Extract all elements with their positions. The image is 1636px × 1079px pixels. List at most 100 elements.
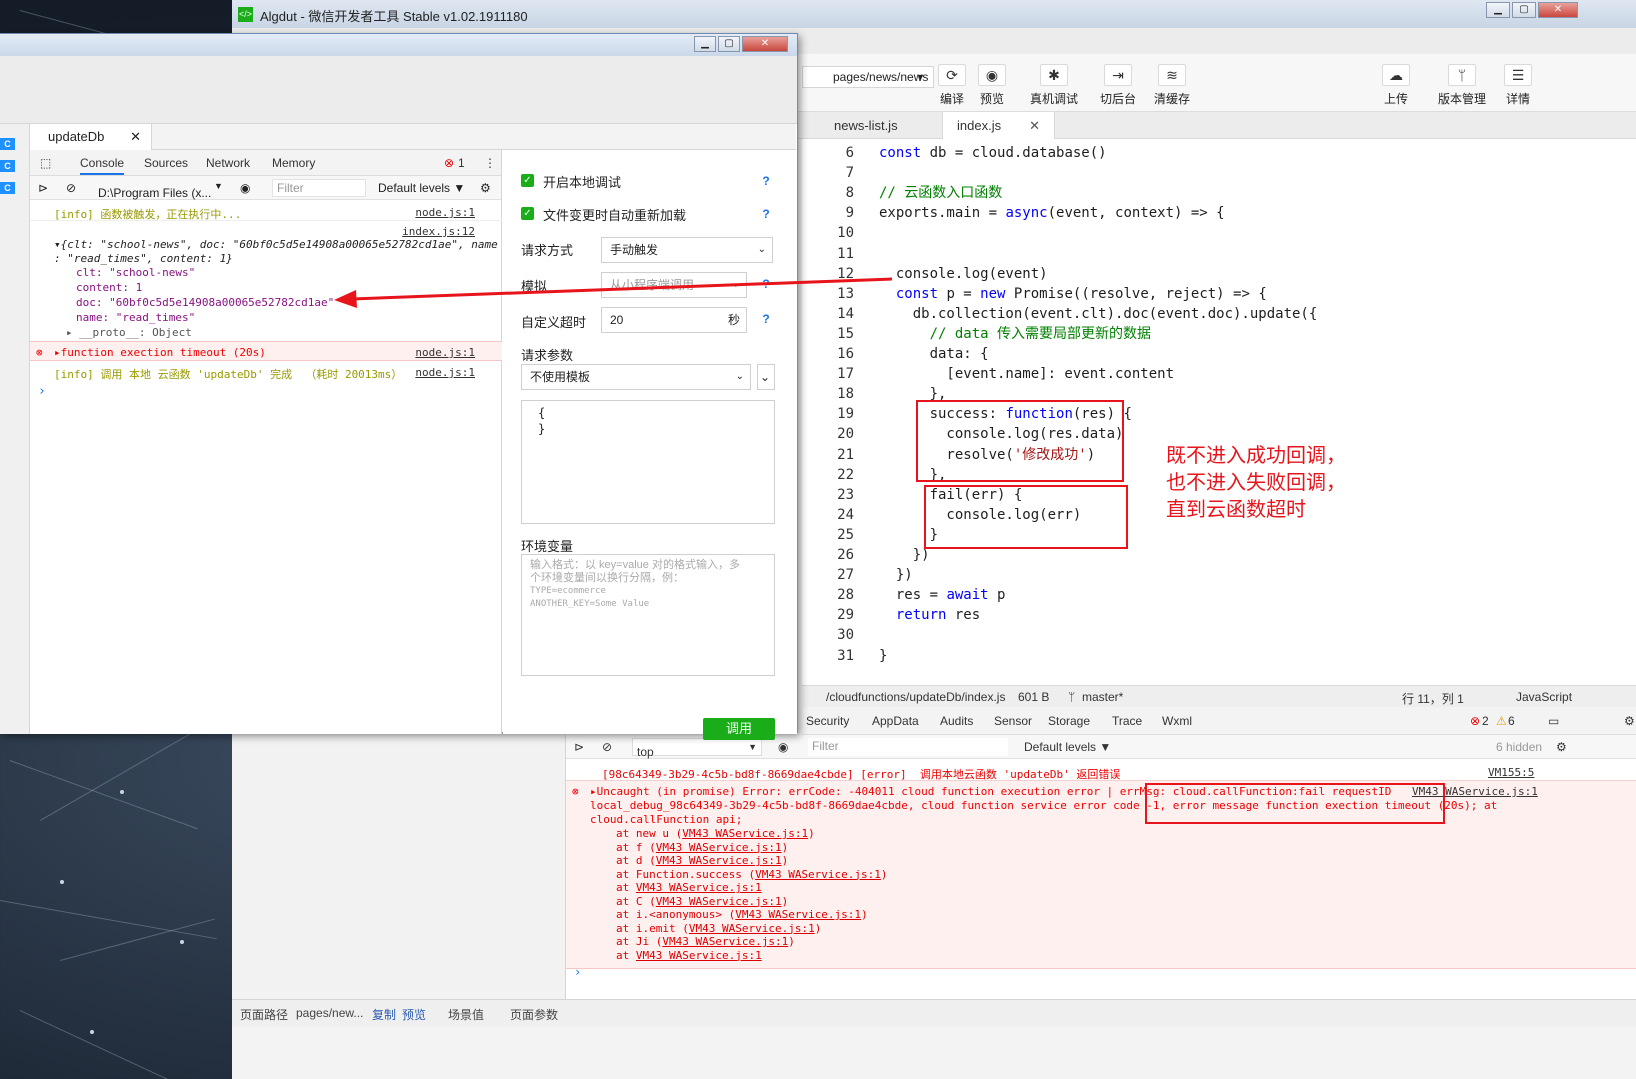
error-count[interactable]: 1 — [458, 156, 465, 170]
tab-sources[interactable]: Sources — [144, 156, 188, 170]
tab-updatedb[interactable]: updateDb ✕ — [30, 124, 152, 150]
help-icon[interactable]: ? — [759, 174, 773, 188]
params-editor[interactable]: { } — [521, 400, 775, 524]
git-branch[interactable]: master* — [1082, 690, 1123, 704]
page-path-select[interactable]: pages/news/news ▼ — [802, 66, 934, 88]
preview-link[interactable]: 预览 — [402, 1006, 426, 1023]
tab-console[interactable]: Console — [80, 156, 125, 175]
stack-frame-link[interactable]: VM43 WAService.js:1 — [636, 949, 762, 962]
copy-link[interactable]: 复制 — [372, 1006, 396, 1023]
maximize-button[interactable]: ▢ — [1512, 2, 1536, 18]
tab-security[interactable]: Security — [806, 714, 849, 728]
clear-console-icon[interactable]: ⊘ — [602, 740, 612, 754]
stack-frame-link[interactable]: VM43 WAService.js:1 — [656, 854, 782, 867]
gear-icon[interactable]: ⚙ — [1624, 714, 1635, 728]
cloud-function-badge[interactable]: C — [0, 182, 15, 194]
tab-network[interactable]: Network — [206, 156, 250, 170]
cloud-function-badge[interactable]: C — [0, 138, 15, 150]
timeout-input[interactable]: 20 秒 — [601, 307, 747, 333]
log-source-link[interactable]: index.js:12 — [402, 225, 475, 238]
log-levels-select[interactable]: Default levels ▼ — [1024, 740, 1111, 754]
log-source-link[interactable]: node.js:1 — [415, 346, 475, 359]
log-levels-select[interactable]: Default levels ▼ — [378, 181, 465, 195]
template-select[interactable]: 不使用模板 ⌄ — [521, 364, 751, 390]
eye-icon[interactable]: ◉ — [778, 740, 788, 754]
cursor-select-icon[interactable]: ⬚ — [40, 156, 51, 170]
tab-audits[interactable]: Audits — [940, 714, 973, 728]
stack-frame-link[interactable]: VM43 WAService.js:1 — [755, 868, 881, 881]
tab-storage[interactable]: Storage — [1048, 714, 1090, 728]
compile-button[interactable]: ⟳ 编译 — [938, 64, 966, 107]
close-window-button[interactable]: ✕ — [742, 36, 788, 52]
tab-index-js[interactable]: index.js ✕ — [942, 112, 1055, 139]
code-line[interactable]: 30 — [802, 625, 1402, 645]
tab-wxml[interactable]: Wxml — [1162, 714, 1192, 728]
console-prompt[interactable]: › — [38, 384, 510, 399]
help-icon[interactable]: ? — [759, 277, 773, 291]
eye-icon[interactable]: ◉ — [240, 181, 250, 195]
gear-icon[interactable]: ⚙ — [1556, 740, 1567, 754]
log-error-source[interactable]: VM155:5 — [1488, 766, 1534, 779]
log-prop-proto[interactable]: ▸ __proto__: Object — [66, 326, 538, 339]
tab-sensor[interactable]: Sensor — [994, 714, 1032, 728]
stack-frame-link[interactable]: VM43 WAService.js:1 — [636, 881, 762, 894]
tab-appdata[interactable]: AppData — [872, 714, 919, 728]
code-line[interactable]: 16 data: { — [802, 344, 1402, 364]
close-tab-icon[interactable]: ✕ — [130, 124, 141, 150]
context-select[interactable]: top ▼ — [632, 738, 762, 759]
clear-console-icon[interactable]: ⊘ — [66, 181, 76, 195]
console-prompt[interactable]: › — [574, 965, 581, 979]
env-textarea[interactable]: 输入格式：以 key=value 对的格式输入，多 个环境变量间以换行分隔，例：… — [521, 554, 775, 676]
details-button[interactable]: ☰ 详情 — [1504, 64, 1532, 107]
stack-frame-link[interactable]: VM43 WAService.js:1 — [735, 908, 861, 921]
invoke-button[interactable]: 调用 — [703, 718, 775, 740]
stack-frame-link[interactable]: VM43 WAService.js:1 — [656, 895, 782, 908]
template-options-button[interactable]: ⌄ — [757, 364, 775, 390]
filter-input[interactable]: Filter — [808, 738, 1008, 756]
log-source-link[interactable]: node.js:1 — [415, 366, 475, 379]
upload-button[interactable]: ☁ 上传 — [1382, 64, 1410, 107]
scene-button[interactable]: 场景值 — [448, 1006, 484, 1023]
log-object-summary-2[interactable]: : "read_times", content: 1} — [54, 252, 526, 265]
local-debug-checkbox[interactable]: ✓ — [521, 174, 534, 187]
page-params-button[interactable]: 页面参数 — [510, 1006, 558, 1023]
tab-trace[interactable]: Trace — [1112, 714, 1142, 728]
code-line[interactable]: 17 [event.name]: event.content — [802, 364, 1402, 384]
code-line[interactable]: 28 res = await p — [802, 585, 1402, 605]
simulate-select[interactable]: 从小程序端调用 ⌄ — [601, 272, 747, 298]
code-line[interactable]: 7 — [802, 163, 1402, 183]
stack-frame-link[interactable]: VM43 WAService.js:1 — [656, 841, 782, 854]
code-line[interactable]: 29 return res — [802, 605, 1402, 625]
close-tab-icon[interactable]: ✕ — [1029, 118, 1040, 133]
clear-cache-button[interactable]: ≋ 清缓存 — [1154, 64, 1190, 107]
cursor-position[interactable]: 行 11，列 1 — [1402, 690, 1464, 707]
code-line[interactable]: 15 // data 传入需要局部更新的数据 — [802, 324, 1402, 344]
code-line[interactable]: 31} — [802, 646, 1402, 666]
request-mode-select[interactable]: 手动触发 ⌄ — [601, 237, 773, 263]
sidebar-toggle-icon[interactable]: ⊳ — [38, 181, 48, 195]
version-control-button[interactable]: ᛘ 版本管理 — [1438, 64, 1486, 107]
error-count[interactable]: 2 — [1482, 714, 1489, 728]
warning-count[interactable]: 6 — [1508, 714, 1515, 728]
minimize-button[interactable]: ▁ — [694, 36, 716, 52]
gear-icon[interactable]: ⚙ — [480, 181, 491, 195]
help-icon[interactable]: ? — [759, 207, 773, 221]
tab-news-list-js[interactable]: news-list.js — [820, 112, 912, 139]
dock-icon[interactable]: ▭ — [1548, 714, 1559, 728]
close-window-button[interactable]: ✕ — [1538, 2, 1578, 18]
stack-frame-link[interactable]: VM43 WAService.js:1 — [662, 935, 788, 948]
cloud-function-badge[interactable]: C — [0, 160, 15, 172]
stack-frame-link[interactable]: VM43 WAService.js:1 — [689, 922, 815, 935]
tab-memory[interactable]: Memory — [272, 156, 315, 170]
code-line[interactable]: 27 }) — [802, 565, 1402, 585]
maximize-button[interactable]: ▢ — [718, 36, 740, 52]
code-line[interactable]: 14 db.collection(event.clt).doc(event.do… — [802, 304, 1402, 324]
switch-background-button[interactable]: ⇥ 切后台 — [1100, 64, 1136, 107]
remote-debug-button[interactable]: ✱ 真机调试 — [1030, 64, 1078, 107]
language-mode[interactable]: JavaScript — [1516, 690, 1572, 704]
stack-frame-link[interactable]: VM43 WAService.js:1 — [682, 827, 808, 840]
code-line[interactable]: 6 const db = cloud.database() — [802, 143, 1402, 163]
sidebar-toggle-icon[interactable]: ⊳ — [574, 740, 584, 754]
code-line[interactable]: 8 // 云函数入口函数 — [802, 183, 1402, 203]
minimize-button[interactable]: ▁ — [1486, 2, 1510, 18]
